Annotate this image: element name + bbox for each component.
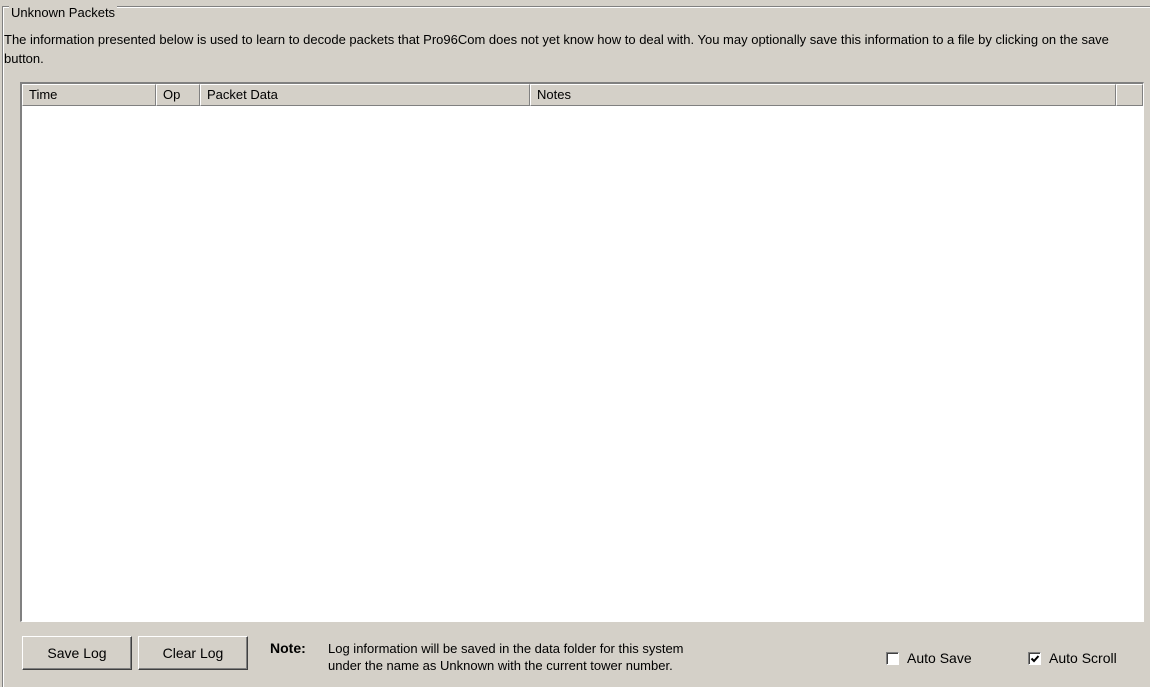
packets-list[interactable]: Time Op Packet Data Notes (20, 82, 1144, 622)
column-header-packet-data[interactable]: Packet Data (200, 84, 530, 106)
clear-log-button[interactable]: Clear Log (138, 636, 248, 670)
column-header-time[interactable]: Time (22, 84, 156, 106)
column-header-op[interactable]: Op (156, 84, 200, 106)
description-text: The information presented below is used … (4, 32, 1109, 66)
save-log-button[interactable]: Save Log (22, 636, 132, 670)
auto-scroll-label: Auto Scroll (1049, 650, 1117, 666)
note-line-2: under the name as Unknown with the curre… (328, 658, 673, 673)
list-header: Time Op Packet Data Notes (22, 84, 1143, 106)
list-body[interactable] (22, 106, 1143, 621)
note-text: Log information will be saved in the dat… (328, 640, 808, 674)
auto-save-label: Auto Save (907, 650, 972, 666)
auto-scroll-box[interactable] (1028, 651, 1041, 665)
checkmark-icon (1030, 654, 1040, 662)
auto-save-box[interactable] (886, 651, 899, 665)
note-line-1: Log information will be saved in the dat… (328, 641, 684, 656)
auto-scroll-checkbox[interactable]: Auto Scroll (1028, 650, 1117, 666)
auto-save-checkbox[interactable]: Auto Save (886, 650, 972, 666)
column-header-notes[interactable]: Notes (530, 84, 1116, 106)
groupbox-title: Unknown Packets (9, 5, 118, 20)
column-header-filler (1116, 84, 1143, 106)
note-label: Note: (270, 640, 306, 656)
